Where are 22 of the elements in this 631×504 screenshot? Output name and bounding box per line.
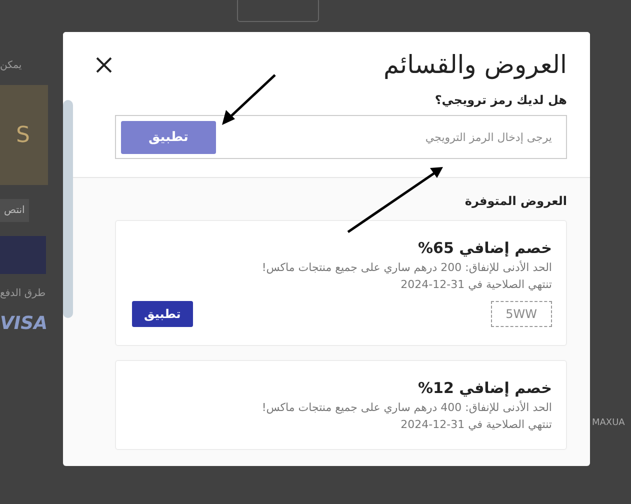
section-heading: العروض المتوفرة [464,194,567,208]
promo-code-field[interactable]: يرجى إدخال الرمز الترويجي تطبيق [115,115,567,159]
background-text: MAXUA [592,418,625,428]
annotation-arrow [222,74,276,125]
offer-title: خصم إضافي 12% [417,379,552,397]
close-button[interactable] [95,56,113,74]
card-brand: VISA [0,313,48,334]
background-text: طرق الدفع [0,288,46,299]
offer-description: الحد الأدنى للإنفاق: 200 درهم ساري على جميع منتجات ماكس! [260,261,552,274]
scrollbar[interactable] [63,100,73,318]
apply-button[interactable]: تطبيق [121,120,216,154]
offer-title: خصم إضافي 65% [417,239,552,257]
offer-expiry: تنتهي الصلاحية في 31-12-2024 [400,418,552,431]
promo-label: هل لديك رمز ترويجي؟ [434,93,567,107]
background-banner: S [0,85,48,185]
dialog-title: العروض والقسائم [384,50,567,79]
apply-button[interactable]: تطبيق [132,301,193,327]
background-text: يمكن [0,60,22,71]
coupon-code: 5WW [490,301,552,327]
offer-description: الحد الأدنى للإنفاق: 400 درهم ساري على جميع منتجات ماكس! [260,401,552,414]
close-icon [95,56,113,74]
offer-expiry: تنتهي الصلاحية في 31-12-2024 [400,278,552,291]
